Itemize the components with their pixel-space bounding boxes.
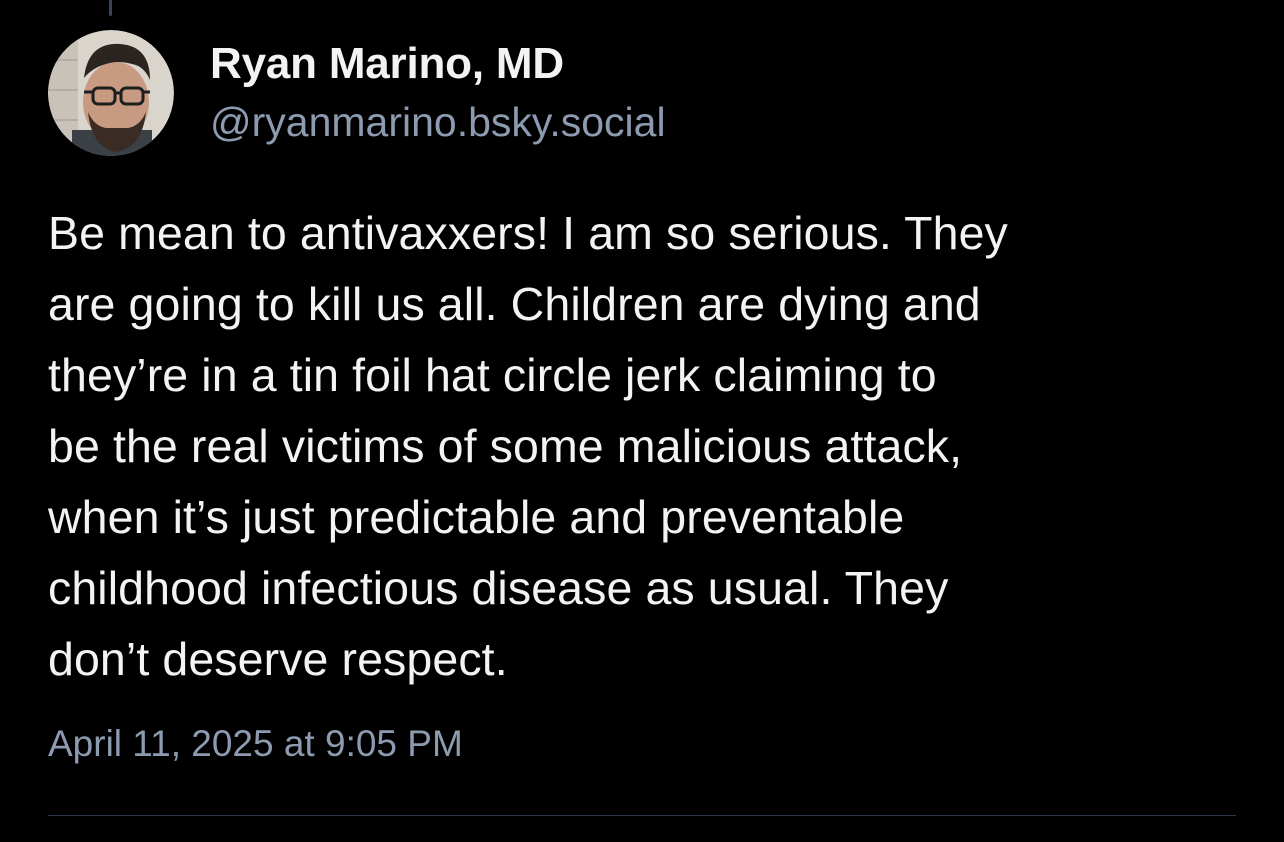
post-text-line: Be mean to antivaxxers! I am so serious.… xyxy=(48,207,1008,259)
post-text-line: don’t deserve respect. xyxy=(48,633,508,685)
post-timestamp[interactable]: April 11, 2025 at 9:05 PM xyxy=(48,722,1236,766)
author-handle[interactable]: @ryanmarino.bsky.social xyxy=(210,97,666,147)
thread-connector-line xyxy=(109,0,112,16)
post-text-line: childhood infectious disease as usual. T… xyxy=(48,562,949,614)
post-text-line: are going to kill us all. Children are d… xyxy=(48,278,981,330)
author-info: Ryan Marino, MD @ryanmarino.bsky.social xyxy=(210,39,666,147)
post-text: Be mean to antivaxxers! I am so serious.… xyxy=(48,198,1236,695)
post-header: Ryan Marino, MD @ryanmarino.bsky.social xyxy=(48,30,1236,156)
post: Ryan Marino, MD @ryanmarino.bsky.social … xyxy=(48,30,1236,766)
author-display-name[interactable]: Ryan Marino, MD xyxy=(210,39,666,89)
author-avatar[interactable] xyxy=(48,30,174,156)
post-text-line: be the real victims of some malicious at… xyxy=(48,420,963,472)
post-text-line: when it’s just predictable and preventab… xyxy=(48,491,905,543)
avatar-image xyxy=(48,30,174,156)
post-text-line: they’re in a tin foil hat circle jerk cl… xyxy=(48,349,937,401)
post-divider xyxy=(48,815,1236,816)
